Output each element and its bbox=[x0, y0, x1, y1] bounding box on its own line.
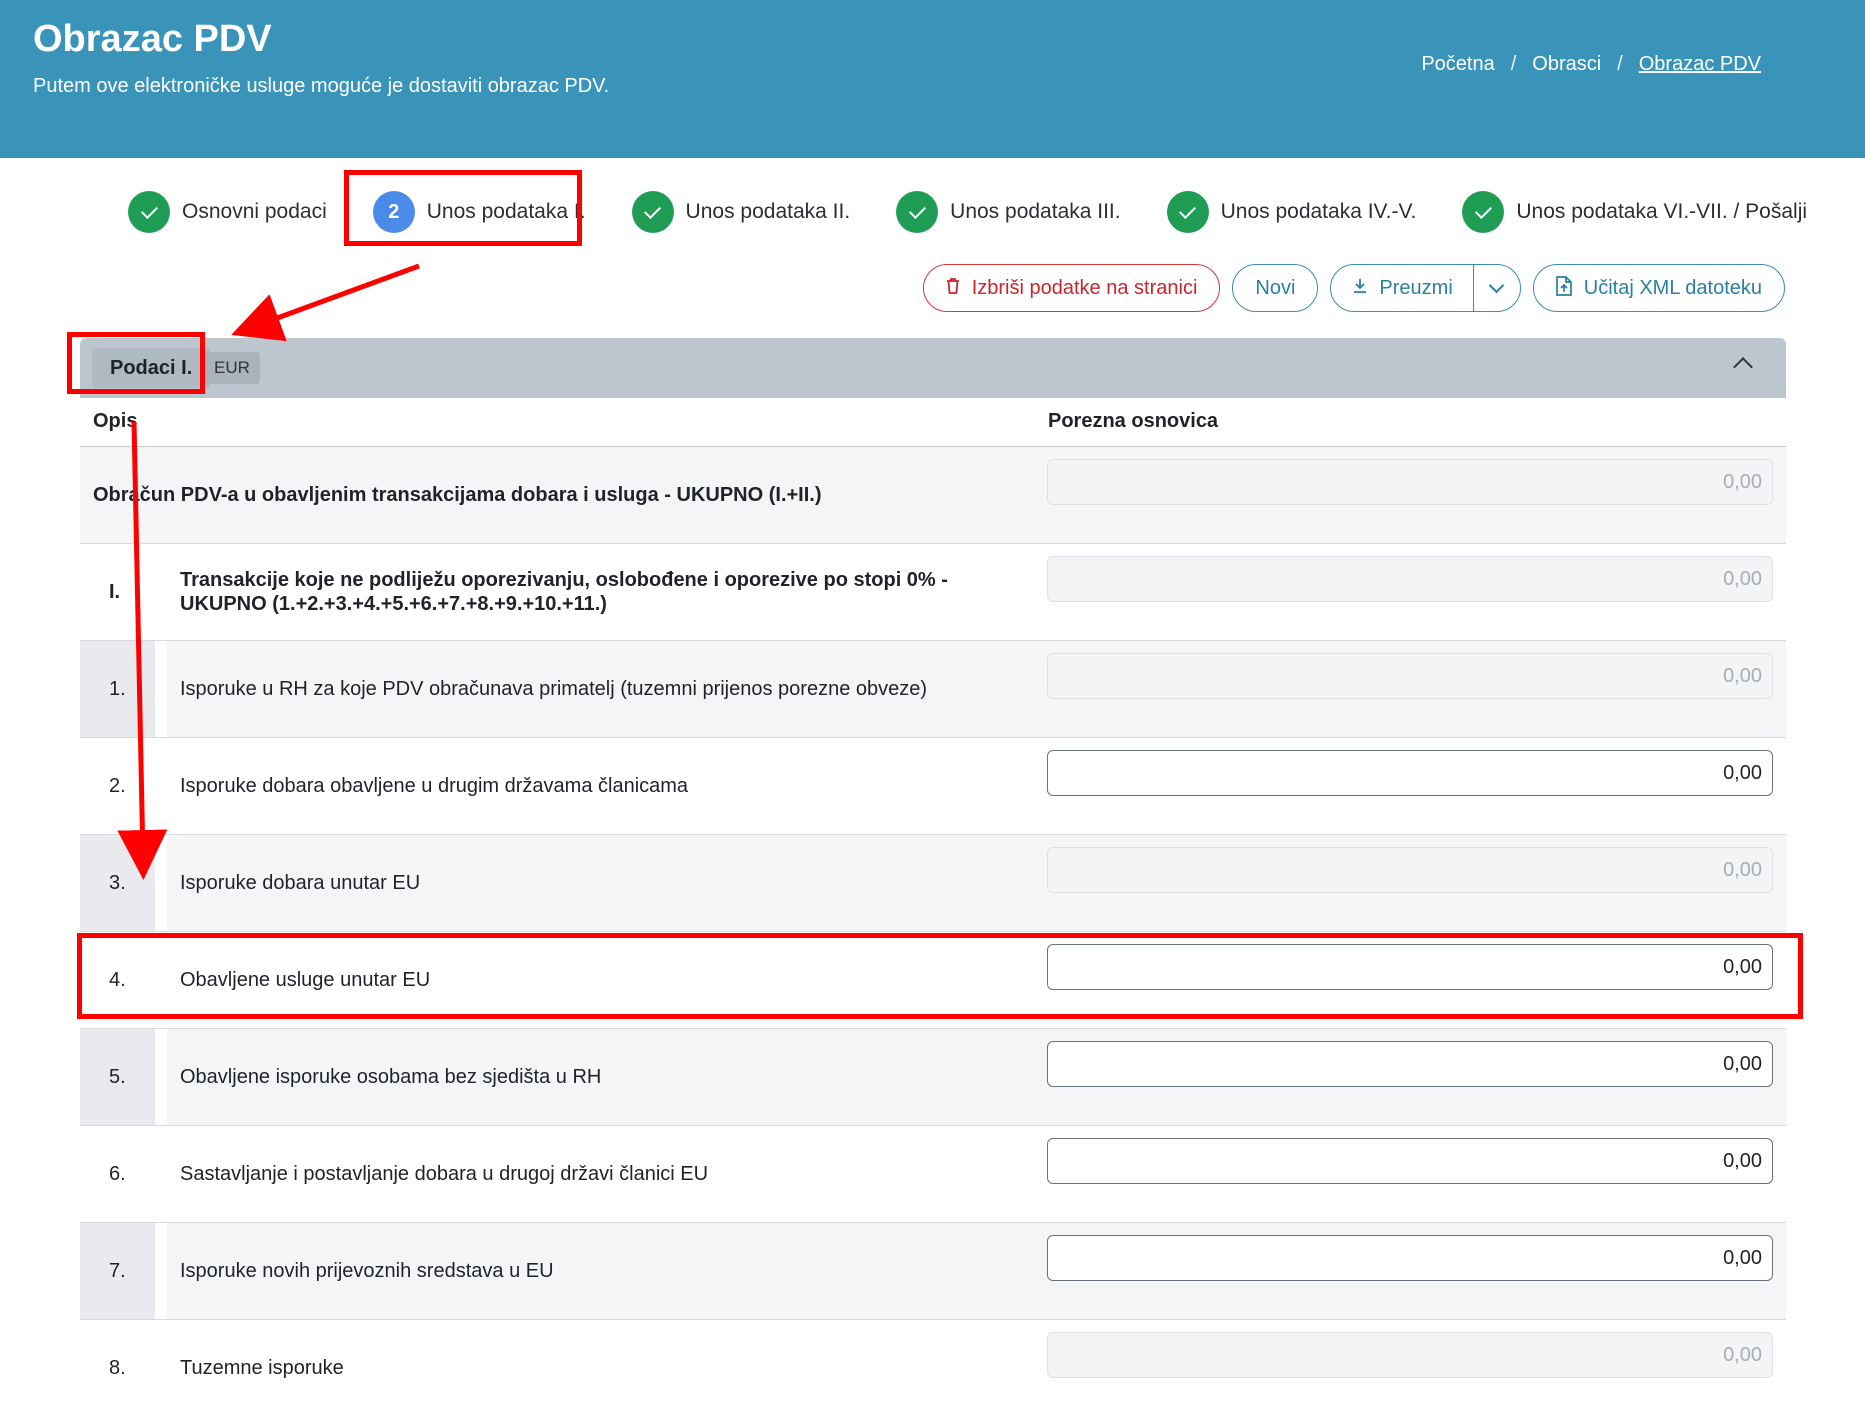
arrow-to-row bbox=[117, 421, 168, 880]
arrow-to-section bbox=[231, 263, 420, 342]
annotation-arrows bbox=[117, 263, 420, 880]
